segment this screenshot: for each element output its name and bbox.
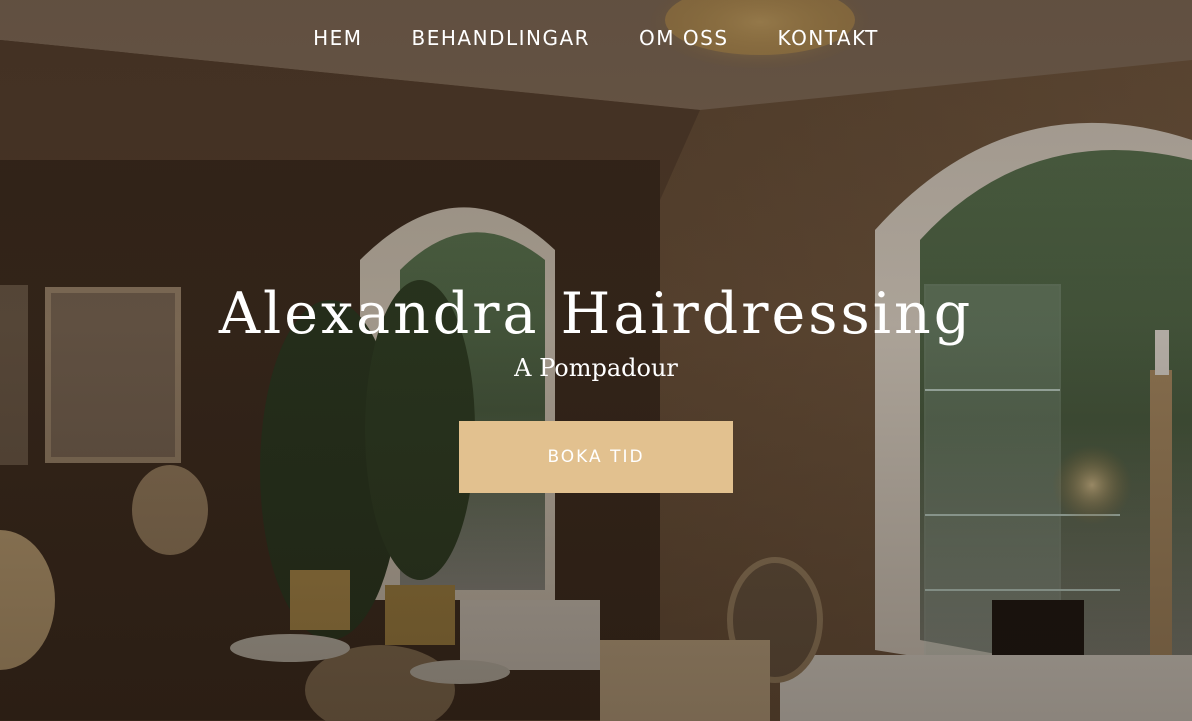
nav-item-kontakt[interactable]: KONTAKT <box>778 24 879 52</box>
nav-item-om-oss[interactable]: OM OSS <box>639 24 729 52</box>
hero-section: HEM BEHANDLINGAR OM OSS KONTAKT Alexandr… <box>0 0 1192 721</box>
main-navigation: HEM BEHANDLINGAR OM OSS KONTAKT <box>0 24 1192 52</box>
hero-content: Alexandra Hairdressing A Pompadour BOKA … <box>0 276 1192 493</box>
site-title: Alexandra Hairdressing <box>218 281 974 347</box>
book-appointment-button[interactable]: BOKA TID <box>459 421 733 493</box>
site-subtitle: A Pompadour <box>514 354 678 382</box>
nav-item-hem[interactable]: HEM <box>313 24 362 52</box>
nav-item-behandlingar[interactable]: BEHANDLINGAR <box>412 24 591 52</box>
